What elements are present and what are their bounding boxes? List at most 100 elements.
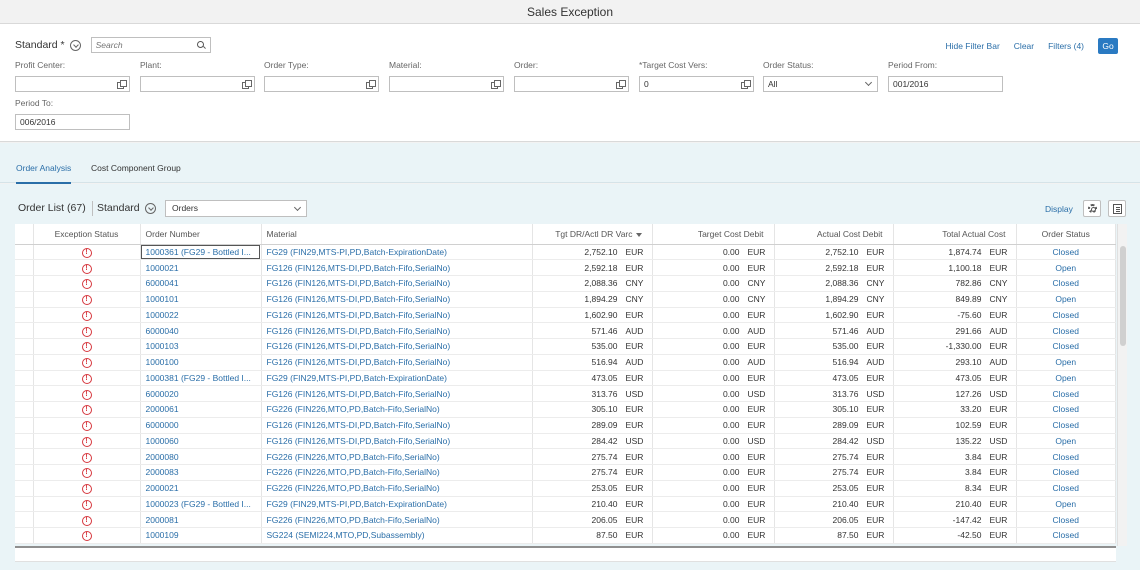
table-row[interactable]: ! 6000040 FG126 (FIN126,MTS-DI,PD,Batch-Fi… <box>15 322 1116 339</box>
row-selector[interactable] <box>15 527 34 544</box>
material-link[interactable]: FG29 (FIN29,MTS-PI,PD,Batch-ExpirationDa… <box>261 244 533 261</box>
order-number-link[interactable]: 6000000 <box>140 417 262 434</box>
vertical-scrollbar[interactable] <box>1117 224 1127 546</box>
table-row[interactable]: ! 2000080 FG226 (FIN226,MTO,PD,Batch-Fifo,… <box>15 448 1116 465</box>
material-link[interactable]: FG126 (FIN126,MTS-DI,PD,Batch-Fifo,Seria… <box>261 385 533 402</box>
order-input[interactable] <box>514 76 629 92</box>
row-selector[interactable] <box>15 417 34 434</box>
order-status-link[interactable]: Closed <box>1016 480 1116 497</box>
target-cost-version-input[interactable]: 0 <box>639 76 754 92</box>
order-number-link[interactable]: 1000103 <box>140 338 262 355</box>
column-header-exception-status[interactable]: Exception Status <box>33 224 141 245</box>
material-link[interactable]: FG226 (FIN226,MTO,PD,Batch-Fifo,SerialNo… <box>261 480 533 497</box>
order-number-link[interactable]: 2000021 <box>140 480 262 497</box>
order-number-link[interactable]: 6000040 <box>140 322 262 339</box>
material-link[interactable]: FG126 (FIN126,MTS-DI,PD,Batch-Fifo,Seria… <box>261 433 533 450</box>
profit-center-input[interactable] <box>15 76 130 92</box>
row-selector[interactable] <box>15 354 34 371</box>
order-type-input[interactable] <box>264 76 379 92</box>
order-status-link[interactable]: Open <box>1016 259 1116 276</box>
column-header-material[interactable]: Material <box>261 224 533 245</box>
row-selector[interactable] <box>15 244 34 261</box>
order-status-link[interactable]: Closed <box>1016 322 1116 339</box>
order-number-link[interactable]: 1000109 <box>140 527 262 544</box>
value-help-icon[interactable] <box>117 80 127 89</box>
order-status-link[interactable]: Closed <box>1016 275 1116 292</box>
table-row[interactable]: ! 1000023 (FG29 - Bottled I... FG29 (FIN29… <box>15 496 1116 513</box>
material-link[interactable]: FG126 (FIN126,MTS-DI,PD,Batch-Fifo,Seria… <box>261 322 533 339</box>
table-row[interactable]: ! 1000021 FG126 (FIN126,MTS-DI,PD,Batch-Fi… <box>15 259 1116 276</box>
material-link[interactable]: SG224 (SEMI224,MTO,PD,Subassembly) <box>261 527 533 544</box>
order-number-link[interactable]: 6000041 <box>140 275 262 292</box>
table-row[interactable]: ! 1000103 FG126 (FIN126,MTS-DI,PD,Batch-Fi… <box>15 338 1116 355</box>
order-status-link[interactable]: Open <box>1016 433 1116 450</box>
chevron-down-icon[interactable] <box>293 203 302 212</box>
display-button[interactable]: Display <box>1045 204 1073 214</box>
material-input[interactable] <box>389 76 504 92</box>
table-row[interactable]: ! 1000109 SG224 (SEMI224,MTO,PD,Subassembl… <box>15 527 1116 544</box>
chevron-down-icon[interactable] <box>864 78 873 87</box>
clear-button[interactable]: Clear <box>1014 41 1034 51</box>
scrollbar-thumb[interactable] <box>1120 246 1126 346</box>
column-header-total-actual-cost[interactable]: Total Actual Cost <box>893 224 1017 245</box>
table-row[interactable]: ! 1000101 FG126 (FIN126,MTS-DI,PD,Batch-Fi… <box>15 291 1116 308</box>
order-number-link[interactable]: 1000100 <box>140 354 262 371</box>
search-icon[interactable] <box>196 40 206 50</box>
material-link[interactable]: FG126 (FIN126,MTS-DI,PD,Batch-Fifo,Seria… <box>261 338 533 355</box>
order-status-link[interactable]: Closed <box>1016 527 1116 544</box>
plant-input[interactable] <box>140 76 255 92</box>
material-link[interactable]: FG126 (FIN126,MTS-DI,PD,Batch-Fifo,Seria… <box>261 354 533 371</box>
order-status-link[interactable]: Closed <box>1016 511 1116 528</box>
order-status-link[interactable]: Closed <box>1016 417 1116 434</box>
order-status-link[interactable]: Closed <box>1016 307 1116 324</box>
hide-filter-bar-button[interactable]: Hide Filter Bar <box>945 41 999 51</box>
row-selector[interactable] <box>15 338 34 355</box>
order-number-link[interactable]: 2000080 <box>140 448 262 465</box>
table-row[interactable]: ! 2000061 FG226 (FIN226,MTO,PD,Batch-Fifo,… <box>15 401 1116 418</box>
row-selector[interactable] <box>15 291 34 308</box>
material-link[interactable]: FG226 (FIN226,MTO,PD,Batch-Fifo,SerialNo… <box>261 401 533 418</box>
search-input[interactable] <box>95 40 197 50</box>
view-select[interactable]: Orders <box>165 200 307 217</box>
table-variant[interactable]: Standard <box>97 202 156 214</box>
row-selector[interactable] <box>15 433 34 450</box>
material-link[interactable]: FG126 (FIN126,MTS-DI,PD,Batch-Fifo,Seria… <box>261 417 533 434</box>
row-selector[interactable] <box>15 322 34 339</box>
row-selector[interactable] <box>15 496 34 513</box>
material-link[interactable]: FG126 (FIN126,MTS-DI,PD,Batch-Fifo,Seria… <box>261 259 533 276</box>
table-row[interactable]: ! 1000361 (FG29 - Bottled I... FG29 (FIN29… <box>15 244 1116 261</box>
order-status-link[interactable]: Open <box>1016 291 1116 308</box>
order-number-link[interactable]: 1000060 <box>140 433 262 450</box>
material-link[interactable]: FG126 (FIN126,MTS-DI,PD,Batch-Fifo,Seria… <box>261 291 533 308</box>
order-status-link[interactable]: Closed <box>1016 448 1116 465</box>
row-selector[interactable] <box>15 259 34 276</box>
table-row[interactable]: ! 1000060 FG126 (FIN126,MTS-DI,PD,Batch-Fi… <box>15 433 1116 450</box>
table-row[interactable]: ! 6000020 FG126 (FIN126,MTS-DI,PD,Batch-Fi… <box>15 385 1116 402</box>
material-link[interactable]: FG29 (FIN29,MTS-PI,PD,Batch-ExpirationDa… <box>261 370 533 387</box>
order-number-link[interactable]: 1000361 (FG29 - Bottled I... <box>140 244 262 261</box>
order-status-select[interactable]: All <box>763 76 878 92</box>
order-status-link[interactable]: Closed <box>1016 244 1116 261</box>
column-header-select[interactable] <box>15 224 34 245</box>
settings-button[interactable] <box>1083 200 1101 217</box>
material-link[interactable]: FG126 (FIN126,MTS-DI,PD,Batch-Fifo,Seria… <box>261 307 533 324</box>
row-selector[interactable] <box>15 511 34 528</box>
table-row[interactable]: ! 2000081 FG226 (FIN226,MTO,PD,Batch-Fifo,… <box>15 511 1116 528</box>
row-selector[interactable] <box>15 401 34 418</box>
period-to-input[interactable]: 006/2016 <box>15 114 130 130</box>
order-number-link[interactable]: 6000020 <box>140 385 262 402</box>
order-number-link[interactable]: 1000101 <box>140 291 262 308</box>
row-selector[interactable] <box>15 385 34 402</box>
material-link[interactable]: FG29 (FIN29,MTS-PI,PD,Batch-ExpirationDa… <box>261 496 533 513</box>
order-number-link[interactable]: 2000081 <box>140 511 262 528</box>
column-header-actual-cost-debit[interactable]: Actual Cost Debit <box>774 224 894 245</box>
value-help-icon[interactable] <box>491 80 501 89</box>
go-button[interactable]: Go <box>1098 38 1118 54</box>
order-status-link[interactable]: Open <box>1016 370 1116 387</box>
order-status-link[interactable]: Closed <box>1016 385 1116 402</box>
material-link[interactable]: FG126 (FIN126,MTS-DI,PD,Batch-Fifo,Seria… <box>261 275 533 292</box>
row-selector[interactable] <box>15 370 34 387</box>
row-selector[interactable] <box>15 275 34 292</box>
order-status-link[interactable]: Closed <box>1016 401 1116 418</box>
order-number-link[interactable]: 1000021 <box>140 259 262 276</box>
